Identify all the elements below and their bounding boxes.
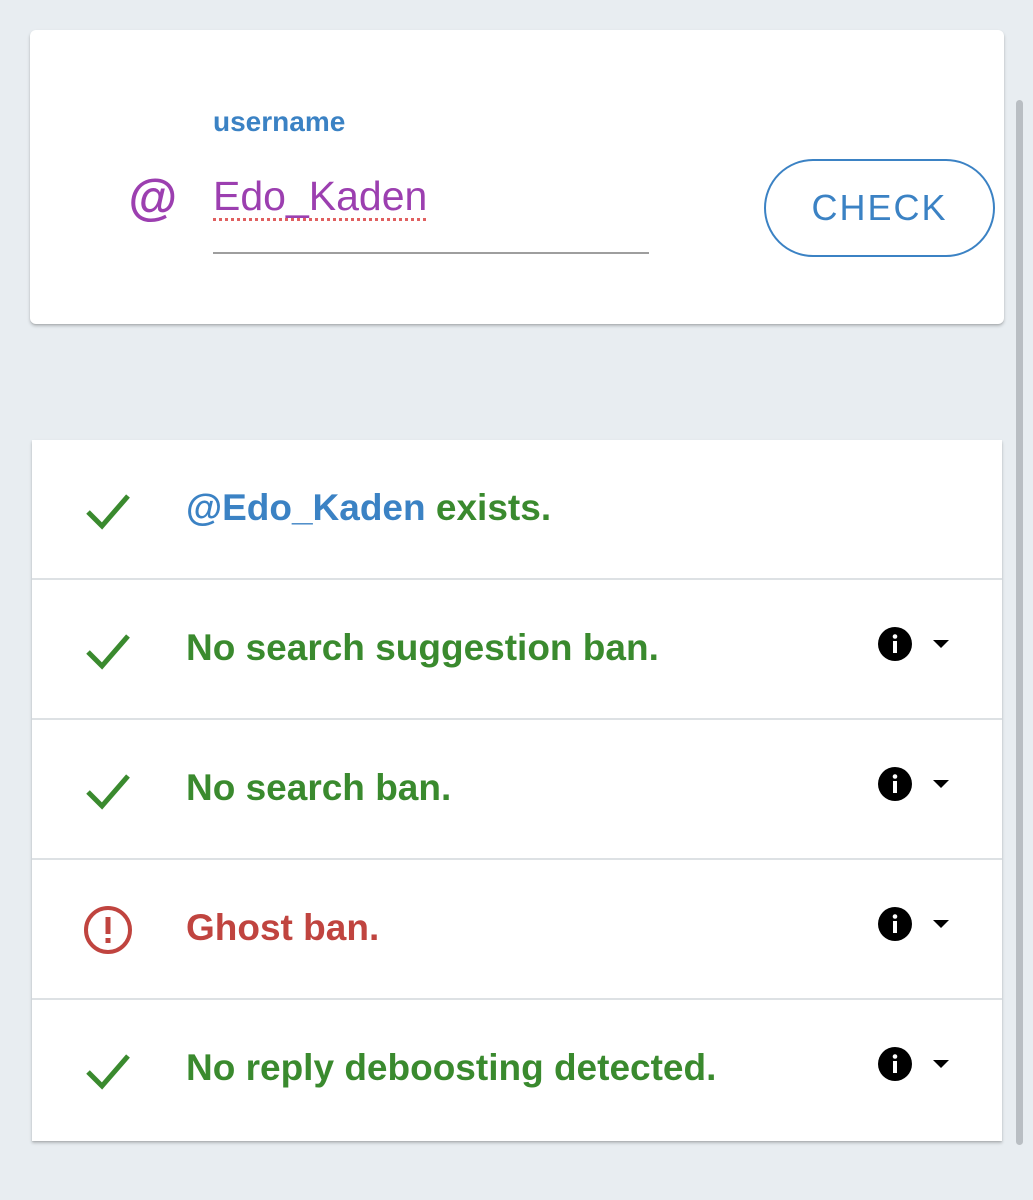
result-text: No reply deboosting detected. bbox=[186, 1047, 717, 1088]
caret-down-icon[interactable] bbox=[930, 1057, 952, 1071]
result-row-search-ban[interactable]: No search ban. bbox=[32, 720, 1002, 860]
results-card: @Edo_Kaden exists. No search suggestion … bbox=[32, 440, 1002, 1141]
result-text-suffix: exists. bbox=[425, 487, 552, 528]
result-row-reply-deboosting[interactable]: No reply deboosting detected. bbox=[32, 1000, 1002, 1138]
check-icon bbox=[86, 774, 130, 810]
result-text: No search ban. bbox=[186, 767, 452, 808]
result-row-exists: @Edo_Kaden exists. bbox=[32, 440, 1002, 580]
username-card: @ username Edo_Kaden CHECK bbox=[30, 30, 1004, 324]
username-label: username bbox=[213, 106, 346, 137]
result-text: No search suggestion ban. bbox=[186, 627, 659, 668]
alert-circle-icon bbox=[84, 906, 132, 954]
caret-down-icon[interactable] bbox=[930, 777, 952, 791]
result-row-ghost-ban[interactable]: Ghost ban. bbox=[32, 860, 1002, 1000]
check-icon bbox=[86, 1054, 130, 1090]
result-row-search-suggestion-ban[interactable]: No search suggestion ban. bbox=[32, 580, 1002, 720]
info-icon[interactable] bbox=[878, 627, 912, 661]
caret-down-icon[interactable] bbox=[930, 637, 952, 651]
at-icon: @ bbox=[127, 170, 177, 226]
result-text: @Edo_Kaden exists. bbox=[186, 486, 551, 530]
info-icon[interactable] bbox=[878, 767, 912, 801]
info-icon[interactable] bbox=[878, 1047, 912, 1081]
username-input[interactable]: Edo_Kaden bbox=[213, 170, 427, 222]
scrollbar[interactable] bbox=[1016, 100, 1023, 1145]
result-text: Ghost ban. bbox=[186, 907, 380, 948]
check-button[interactable]: CHECK bbox=[764, 159, 995, 257]
caret-down-icon[interactable] bbox=[930, 917, 952, 931]
input-underline bbox=[213, 252, 649, 254]
check-icon bbox=[86, 634, 130, 670]
page: @ username Edo_Kaden CHECK @Edo_Kaden ex… bbox=[0, 0, 1033, 1200]
info-icon[interactable] bbox=[878, 907, 912, 941]
check-icon bbox=[86, 494, 130, 530]
username-handle[interactable]: @Edo_Kaden bbox=[186, 487, 426, 528]
